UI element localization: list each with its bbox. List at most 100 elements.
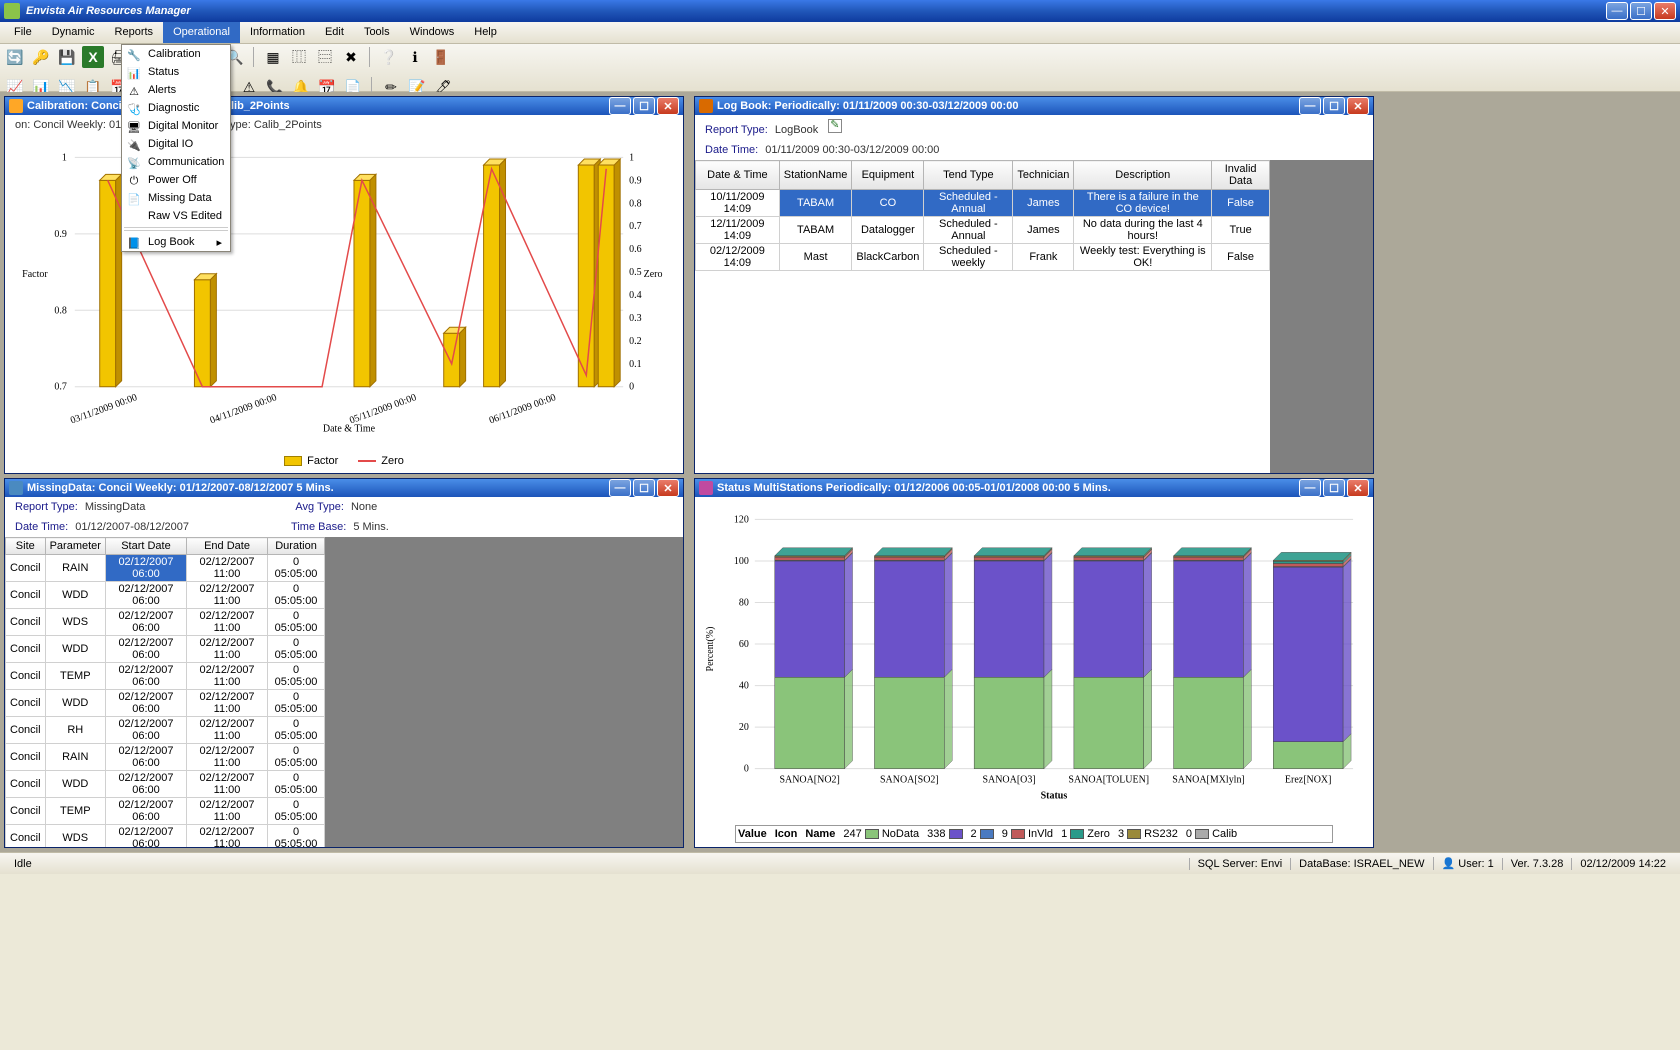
key-icon[interactable]: 🔑: [30, 46, 52, 68]
close-button[interactable]: ✕: [1347, 97, 1369, 115]
menu-item-missing-data[interactable]: 📄Missing Data: [122, 189, 230, 207]
svg-text:SANOA[SO2]: SANOA[SO2]: [880, 775, 939, 786]
table-row[interactable]: ConcilWDD02/12/2007 06:0002/12/2007 11:0…: [6, 636, 325, 663]
col-header[interactable]: End Date: [187, 538, 268, 555]
table-row[interactable]: ConcilTEMP02/12/2007 06:0002/12/2007 11:…: [6, 798, 325, 825]
col-header[interactable]: Start Date: [105, 538, 186, 555]
missing-table[interactable]: SiteParameterStart DateEnd DateDurationC…: [5, 537, 325, 847]
status-chart: 020406080100120Percent(%)SANOA[NO2]SANOA…: [695, 497, 1373, 821]
chart-icon: [699, 481, 713, 495]
menu-operational[interactable]: Operational: [163, 22, 240, 43]
table-row[interactable]: ConcilRH02/12/2007 06:0002/12/2007 11:00…: [6, 717, 325, 744]
menu-item-calibration[interactable]: 🔧Calibration: [122, 45, 230, 63]
close-button[interactable]: ✕: [1654, 2, 1676, 20]
menu-item-raw-vs-edited[interactable]: Raw VS Edited: [122, 207, 230, 225]
cascade-icon[interactable]: ▦: [262, 46, 284, 68]
menu-reports[interactable]: Reports: [105, 22, 164, 43]
maximize-button[interactable]: ☐: [1630, 2, 1652, 20]
missing-titlebar[interactable]: MissingData: Concil Weekly: 01/12/2007-0…: [5, 479, 683, 497]
table-row[interactable]: ConcilTEMP02/12/2007 06:0002/12/2007 11:…: [6, 663, 325, 690]
menu-edit[interactable]: Edit: [315, 22, 354, 43]
table-row[interactable]: ConcilWDD02/12/2007 06:0002/12/2007 11:0…: [6, 690, 325, 717]
calib-info: on: Concil Weekly: 01/11/2009-08/11/2009…: [5, 115, 683, 135]
col-header[interactable]: Equipment: [852, 161, 924, 190]
close-button[interactable]: ✕: [1347, 479, 1369, 497]
svg-text:120: 120: [734, 514, 749, 525]
col-header[interactable]: Parameter: [45, 538, 105, 555]
status-idle: Idle: [6, 858, 1189, 870]
app-titlebar: Envista Air Resources Manager — ☐ ✕: [0, 0, 1680, 22]
help-icon[interactable]: ❔: [378, 46, 400, 68]
menu-item-power-off[interactable]: ⏻Power Off: [122, 171, 230, 189]
table-row[interactable]: ConcilWDD02/12/2007 06:0002/12/2007 11:0…: [6, 771, 325, 798]
minimize-button[interactable]: —: [609, 97, 631, 115]
menubar: FileDynamicReportsOperationalInformation…: [0, 22, 1680, 44]
empty-area: [1270, 160, 1373, 473]
menu-item-diagnostic[interactable]: 🩺Diagnostic: [122, 99, 230, 117]
svg-text:SANOA[O3]: SANOA[O3]: [982, 775, 1035, 786]
close-all-icon[interactable]: ✖: [340, 46, 362, 68]
edit-icon[interactable]: [828, 119, 842, 133]
table-row[interactable]: ConcilWDS02/12/2007 06:0002/12/2007 11:0…: [6, 825, 325, 848]
excel-icon[interactable]: X: [82, 46, 104, 68]
legend-item: 2: [971, 828, 994, 840]
minimize-button[interactable]: —: [1299, 479, 1321, 497]
maximize-button[interactable]: ☐: [633, 97, 655, 115]
refresh-icon[interactable]: 🔄: [4, 46, 26, 68]
calibration-titlebar[interactable]: Calibration: Concil 08/11/2009 Type: Cal…: [5, 97, 683, 115]
save-icon[interactable]: 💾: [56, 46, 78, 68]
menu-item-digital-io[interactable]: 🔌Digital IO: [122, 135, 230, 153]
exit-icon[interactable]: 🚪: [430, 46, 452, 68]
menu-file[interactable]: File: [4, 22, 42, 43]
minimize-button[interactable]: —: [1606, 2, 1628, 20]
status-titlebar[interactable]: Status MultiStations Periodically: 01/12…: [695, 479, 1373, 497]
maximize-button[interactable]: ☐: [1323, 479, 1345, 497]
minimize-button[interactable]: —: [609, 479, 631, 497]
table-row[interactable]: 10/11/2009 14:09TABAMCOScheduled - Annua…: [696, 190, 1270, 217]
tile-v-icon[interactable]: ⿳: [314, 46, 336, 68]
missing-title: MissingData: Concil Weekly: 01/12/2007-0…: [27, 482, 609, 494]
logbook-titlebar[interactable]: Log Book: Periodically: 01/11/2009 00:30…: [695, 97, 1373, 115]
col-header[interactable]: StationName: [779, 161, 852, 190]
table-row[interactable]: ConcilWDS02/12/2007 06:0002/12/2007 11:0…: [6, 609, 325, 636]
menu-help[interactable]: Help: [464, 22, 507, 43]
table-row[interactable]: ConcilWDD02/12/2007 06:0002/12/2007 11:0…: [6, 582, 325, 609]
col-header[interactable]: Date & Time: [696, 161, 780, 190]
minimize-button[interactable]: —: [1299, 97, 1321, 115]
menu-item-log-book[interactable]: 📘Log Book▸: [122, 233, 230, 251]
maximize-button[interactable]: ☐: [1323, 97, 1345, 115]
svg-text:04/11/2009 00:00: 04/11/2009 00:00: [209, 392, 279, 426]
close-button[interactable]: ✕: [657, 479, 679, 497]
menu-item-communication[interactable]: 📡Communication: [122, 153, 230, 171]
close-button[interactable]: ✕: [657, 97, 679, 115]
menu-tools[interactable]: Tools: [354, 22, 400, 43]
menu-dynamic[interactable]: Dynamic: [42, 22, 105, 43]
menu-windows[interactable]: Windows: [400, 22, 465, 43]
table-row[interactable]: 02/12/2009 14:09MastBlackCarbonScheduled…: [696, 244, 1270, 271]
menu-item-alerts[interactable]: ⚠Alerts: [122, 81, 230, 99]
value: 01/11/2009 00:30-03/12/2009 00:00: [765, 144, 939, 156]
col-header[interactable]: Technician: [1013, 161, 1074, 190]
col-header[interactable]: Invalid Data: [1212, 161, 1270, 190]
svg-text:Status: Status: [1041, 791, 1068, 802]
table-row[interactable]: 12/11/2009 14:09TABAMDataloggerScheduled…: [696, 217, 1270, 244]
table-row[interactable]: ConcilRAIN02/12/2007 06:0002/12/2007 11:…: [6, 744, 325, 771]
tile-h-icon[interactable]: ⿲: [288, 46, 310, 68]
svg-text:0.8: 0.8: [629, 198, 641, 209]
svg-text:40: 40: [739, 681, 749, 692]
legend-item: 1 Zero: [1061, 828, 1110, 840]
chart-icon: [9, 99, 23, 113]
col-header[interactable]: Tend Type: [924, 161, 1013, 190]
svg-text:0.6: 0.6: [629, 244, 641, 255]
menu-item-status[interactable]: 📊Status: [122, 63, 230, 81]
logbook-table[interactable]: Date & TimeStationNameEquipmentTend Type…: [695, 160, 1270, 271]
maximize-button[interactable]: ☐: [633, 479, 655, 497]
menu-information[interactable]: Information: [240, 22, 315, 43]
col-header[interactable]: Site: [6, 538, 46, 555]
value: 01/12/2007-08/12/2007: [75, 521, 189, 533]
col-header[interactable]: Duration: [268, 538, 325, 555]
menu-item-digital-monitor[interactable]: 🖥Digital Monitor: [122, 117, 230, 135]
table-row[interactable]: ConcilRAIN02/12/2007 06:0002/12/2007 11:…: [6, 555, 325, 582]
info-icon[interactable]: ℹ: [404, 46, 426, 68]
col-header[interactable]: Description: [1074, 161, 1212, 190]
